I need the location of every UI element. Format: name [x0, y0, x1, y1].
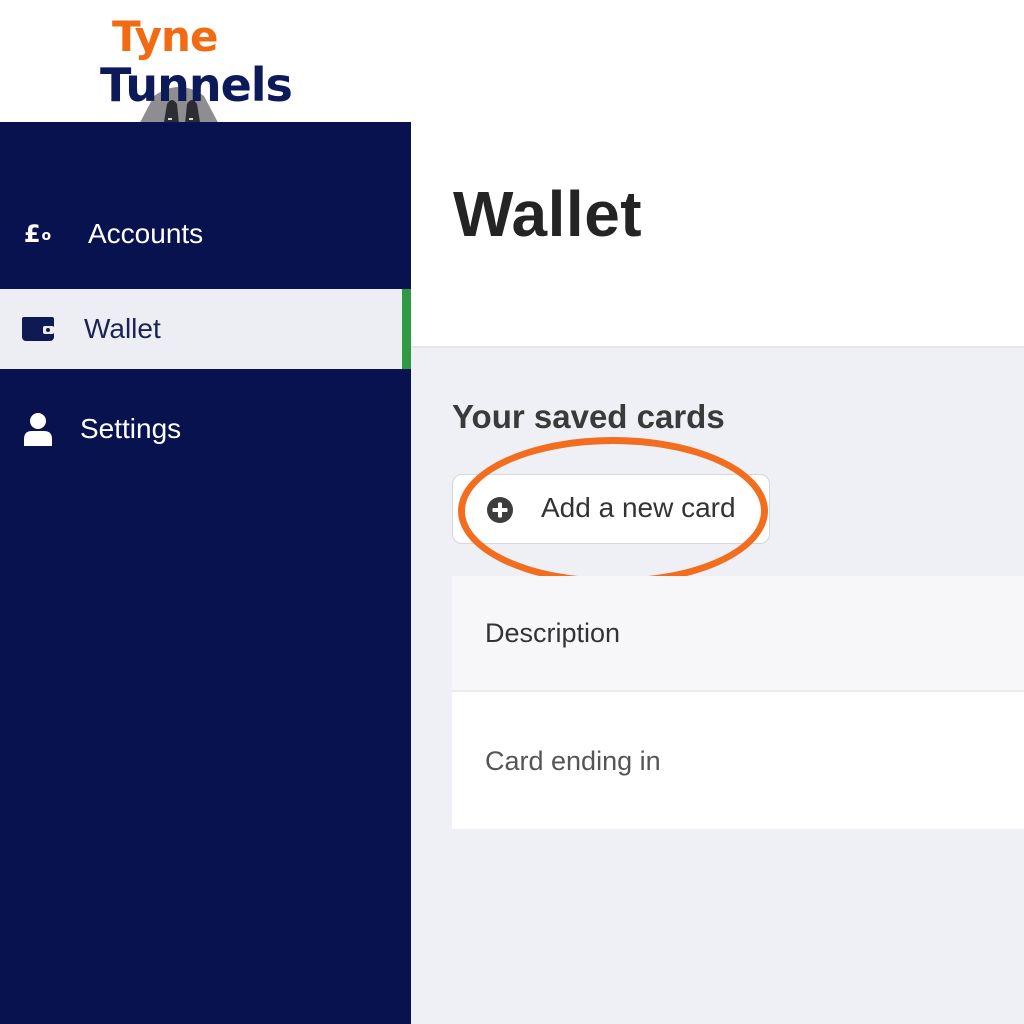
plus-circle-icon [487, 497, 513, 523]
logo-area: Tyne Tunnels [0, 0, 411, 122]
saved-cards-table: Description Card ending in [452, 576, 1024, 829]
page-header: Wallet [411, 0, 1024, 348]
table-cell-description: Card ending in [485, 746, 661, 776]
wallet-icon [18, 309, 58, 349]
section-title: Your saved cards [452, 398, 725, 435]
sidebar-item-wallet[interactable]: Wallet [0, 289, 411, 369]
table-row[interactable]: Card ending in [452, 694, 1024, 829]
sidebar-item-accounts[interactable]: £o Accounts [0, 193, 411, 275]
column-header-description: Description [485, 618, 621, 648]
sidebar-item-label: Wallet [84, 313, 161, 344]
user-icon [18, 409, 58, 449]
logo-text-tyne: Tyne [112, 12, 218, 61]
sidebar-item-label: Settings [80, 413, 182, 444]
tyne-tunnels-logo[interactable]: Tyne Tunnels [100, 10, 310, 122]
add-card-label: Add a new card [541, 492, 736, 523]
add-new-card-button[interactable]: Add a new card [452, 474, 770, 544]
pound-coin-icon: £o [23, 220, 53, 248]
sidebar-item-label: Accounts [88, 218, 204, 249]
table-header: Description [452, 576, 1024, 692]
active-indicator [402, 289, 411, 369]
sidebar-item-settings[interactable]: Settings [0, 388, 411, 470]
page-title: Wallet [453, 178, 643, 250]
sidebar: Tyne Tunnels £o Accounts Wallet Settings [0, 0, 411, 1024]
logo-text-tunnels: Tunnels [100, 58, 293, 112]
